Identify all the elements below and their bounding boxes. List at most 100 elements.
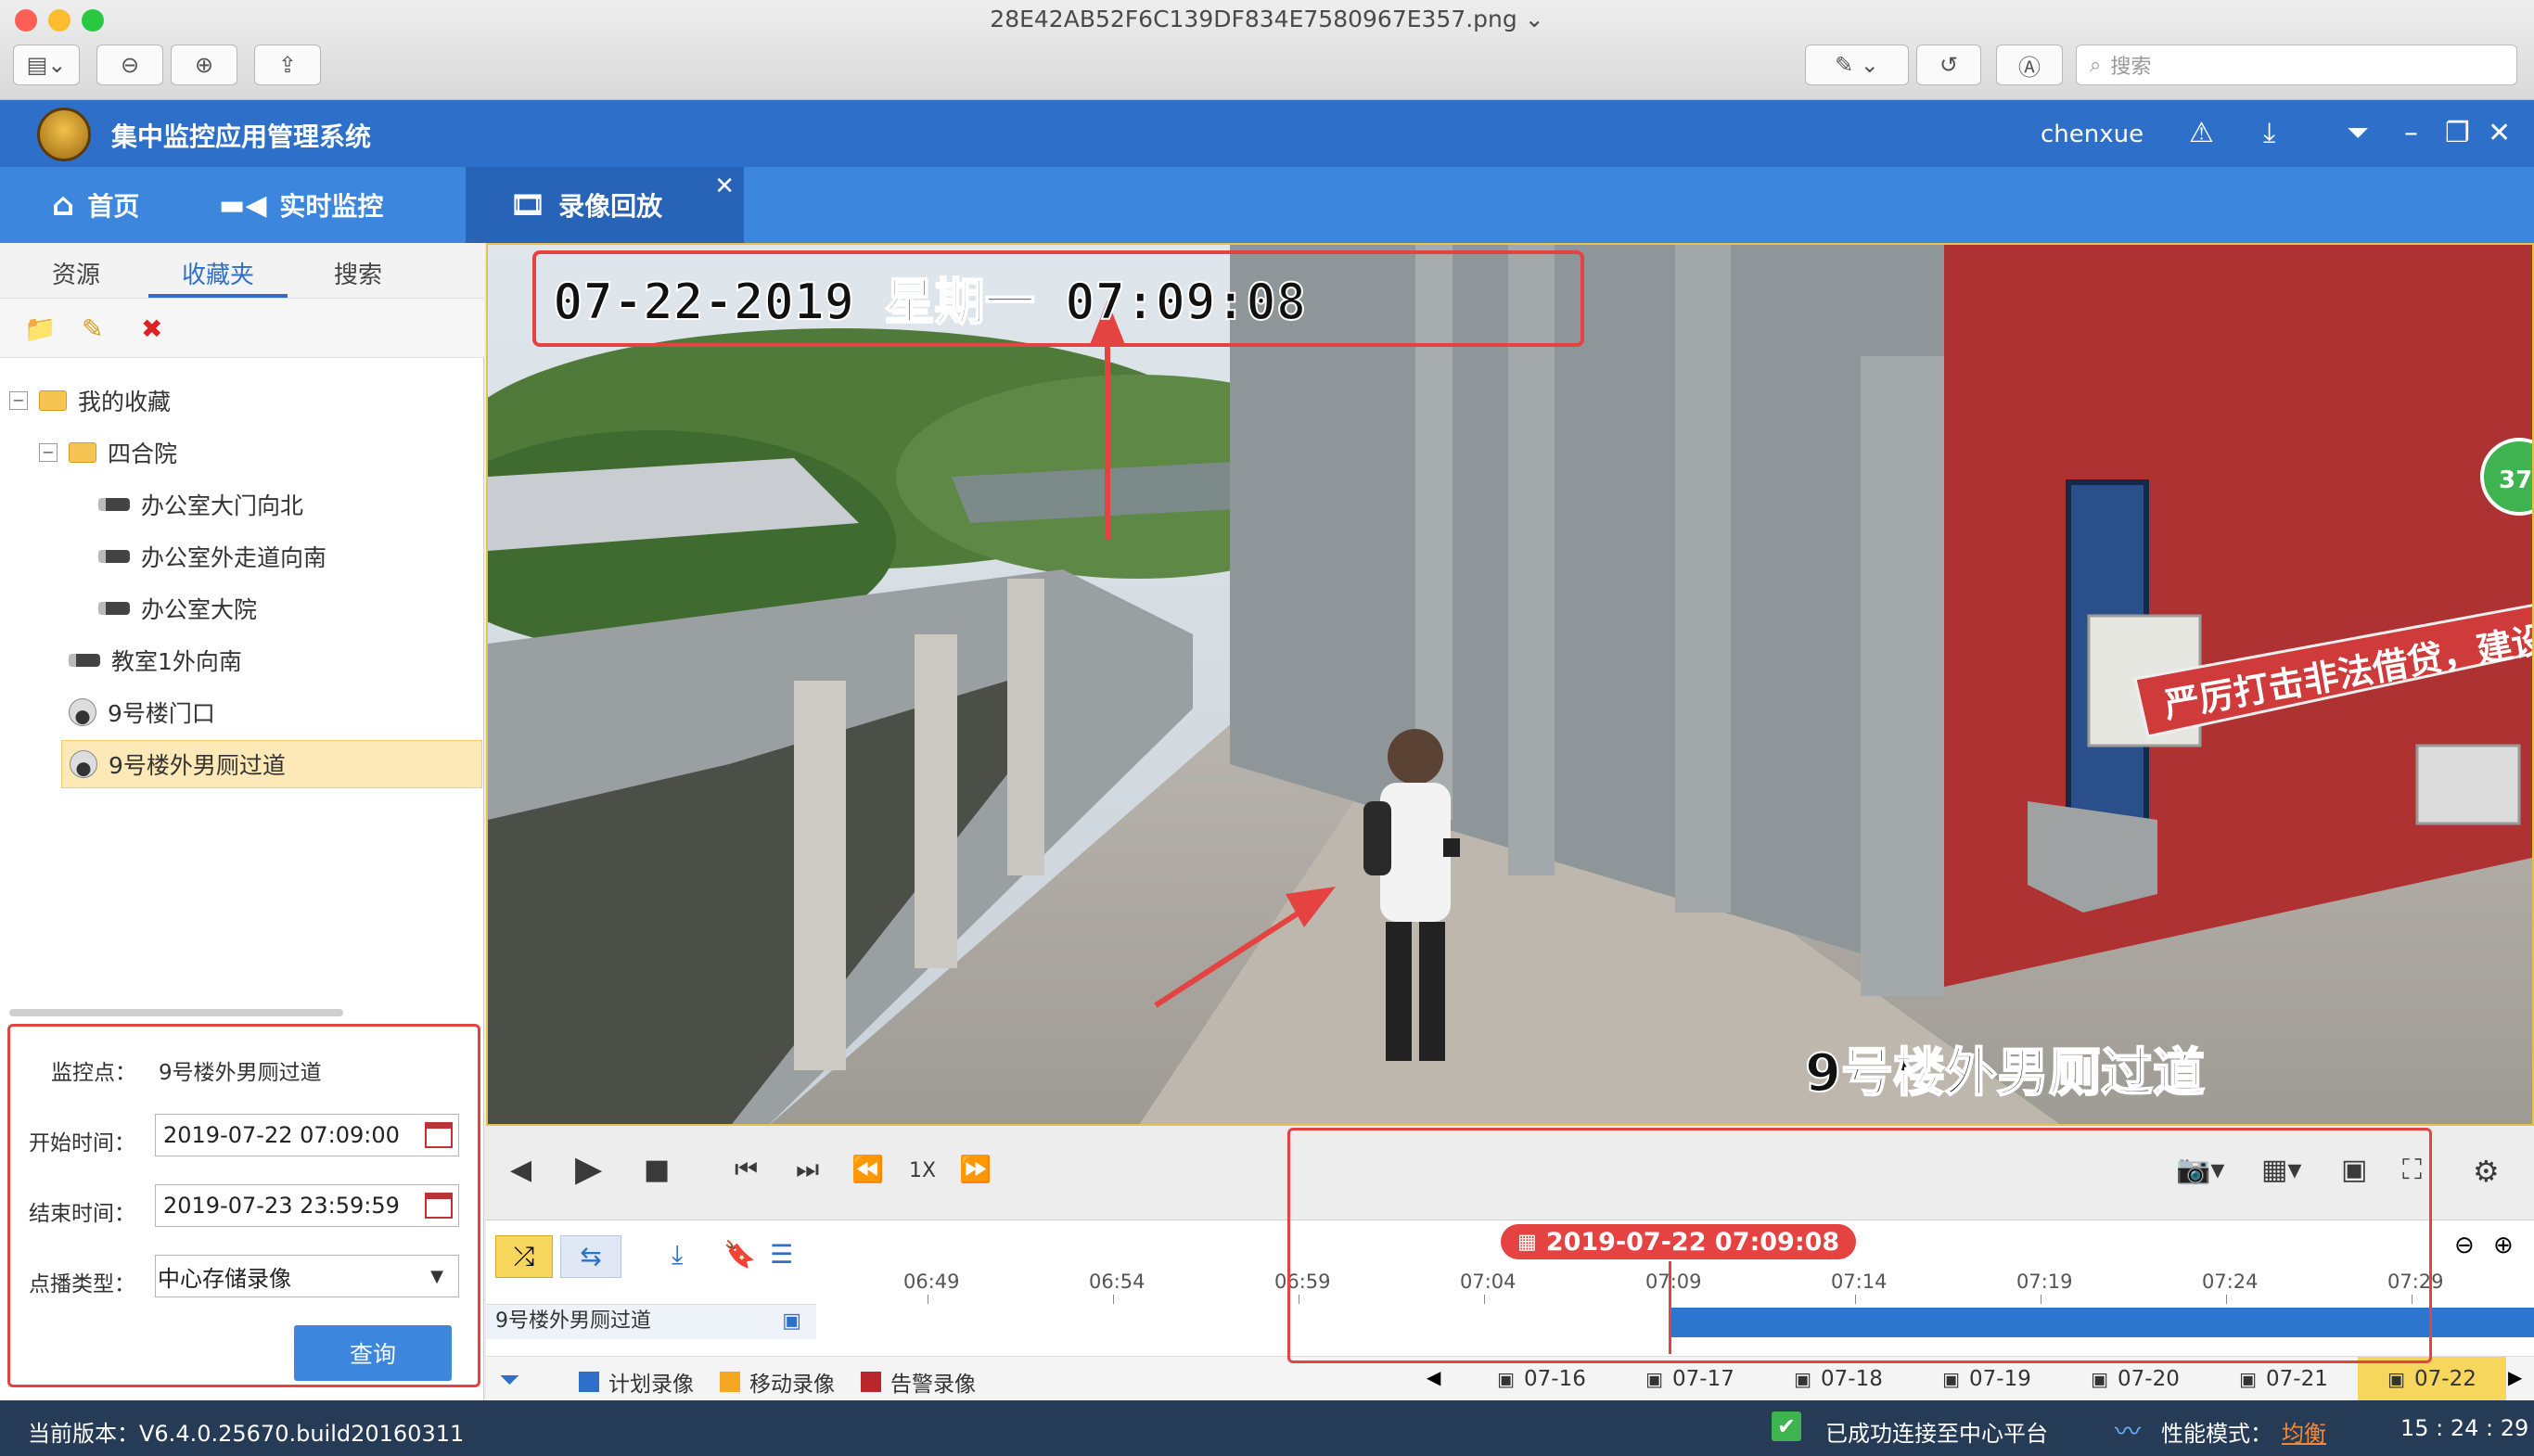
calendar-icon[interactable] xyxy=(425,1193,453,1219)
subtab-resources[interactable]: 资源 xyxy=(52,256,100,290)
tree-node-camera[interactable]: 教室1外向南 xyxy=(69,636,242,684)
tab-live-monitor[interactable]: ▬◀ 实时监控 xyxy=(219,167,383,243)
preview-toolbar: 28E42AB52F6C139DF834E7580967E357.png ⌄ ▤… xyxy=(0,0,2534,100)
query-button[interactable]: 查询 xyxy=(294,1325,452,1381)
delete-icon[interactable]: ✖ xyxy=(141,313,162,344)
end-time-field[interactable]: 2019-07-23 23:59:59 xyxy=(155,1184,459,1227)
date-chip[interactable]: ▣ 07-18 xyxy=(1764,1357,1913,1401)
date-label: 07-22 xyxy=(2414,1367,2476,1391)
collapse-icon[interactable]: − xyxy=(9,391,28,410)
speed-label: 1X xyxy=(909,1159,937,1182)
date-chip[interactable]: ▣ 07-21 xyxy=(2209,1357,2358,1401)
legend-swatch xyxy=(579,1372,599,1392)
download-clip-icon[interactable]: ⤓ xyxy=(672,1239,683,1271)
tree-node-courtyard[interactable]: − 四合院 xyxy=(39,428,177,477)
username[interactable]: chenxue xyxy=(2041,121,2144,148)
track-options-icon[interactable]: ▣ xyxy=(782,1305,801,1338)
zoom-in-timeline-icon[interactable]: ⊕ xyxy=(2493,1232,2514,1259)
date-chip[interactable]: ▣ 07-17 xyxy=(1616,1357,1764,1401)
panel-subtabs: 资源 收藏夹 搜索 xyxy=(0,243,484,299)
warning-icon[interactable]: ⚠ xyxy=(2189,117,2214,149)
date-label: 07-16 xyxy=(1524,1367,1586,1391)
markup-pen-icon[interactable]: ✎ ⌄ xyxy=(1805,45,1909,85)
dates-prev-icon[interactable]: ◀ xyxy=(1427,1366,1440,1388)
zoom-in-icon[interactable]: ⊕ xyxy=(171,45,237,85)
film-icon: ▣ xyxy=(1794,1368,1812,1390)
zoom-out-icon[interactable]: ⊖ xyxy=(96,45,163,85)
date-chip[interactable]: ▣ 07-19 xyxy=(1913,1357,2061,1401)
collapse-icon[interactable]: − xyxy=(39,443,58,462)
horizontal-scrollbar[interactable] xyxy=(9,1009,343,1016)
tick-mark xyxy=(1113,1295,1114,1304)
floating-badge[interactable]: 37 xyxy=(2499,466,2532,494)
close-icon[interactable]: ✕ xyxy=(2488,117,2511,149)
legend-label: 告警录像 xyxy=(890,1373,976,1397)
tree-node-camera[interactable]: 办公室大院 xyxy=(98,584,257,632)
bookmark-icon[interactable]: 🔖 xyxy=(723,1239,756,1270)
tab-home[interactable]: ⌂ 首页 xyxy=(52,167,139,243)
start-time-field[interactable]: 2019-07-22 07:09:00 xyxy=(155,1114,459,1156)
connected-check-icon: ✔ xyxy=(1772,1411,1801,1441)
tree-node-my-favorites[interactable]: − 我的收藏 xyxy=(9,377,171,425)
restore-icon[interactable]: ❐ xyxy=(2445,117,2470,149)
playback-type-select[interactable]: 中心存储录像 ▼ xyxy=(155,1255,459,1297)
date-chip[interactable]: ▣ 07-20 xyxy=(2061,1357,2209,1401)
date-chip[interactable]: ▣ 07-16 xyxy=(1467,1357,1616,1401)
date-label: 07-19 xyxy=(1969,1367,2031,1391)
filter-icon[interactable]: ⏷ xyxy=(499,1364,519,1396)
performance-mode-link[interactable]: 均衡 xyxy=(2282,1415,2326,1448)
slow-icon[interactable]: ⏪ xyxy=(851,1154,884,1184)
track-label: 9号楼外男厕过道 ▣ xyxy=(486,1304,816,1339)
subtab-search[interactable]: 搜索 xyxy=(334,256,382,290)
settings-gear-icon[interactable]: ⚙ xyxy=(2473,1154,2500,1189)
video-player[interactable]: 严厉打击非法借贷，建设和谐平安 07-22-2019 星期一 07:09:08 … xyxy=(486,243,2534,1126)
tree-node-camera[interactable]: 办公室大门向北 xyxy=(98,480,303,529)
calendar-icon[interactable] xyxy=(425,1122,453,1148)
tree-node-camera[interactable]: 9号楼门口 xyxy=(69,688,215,736)
play-icon[interactable]: ▶ xyxy=(575,1148,602,1189)
step-back-icon[interactable]: ⏮ xyxy=(735,1154,758,1185)
stop-icon[interactable]: ■ xyxy=(644,1154,670,1186)
film-icon: ▣ xyxy=(2091,1368,2109,1390)
subtab-favorites[interactable]: 收藏夹 xyxy=(182,256,254,290)
dome-camera-icon xyxy=(69,698,96,726)
point-value: 9号楼外男厕过道 xyxy=(159,1061,322,1085)
tab-playback[interactable]: 🎞 录像回放 ✕ xyxy=(466,167,744,243)
legend-swatch xyxy=(720,1372,740,1392)
date-label: 07-20 xyxy=(2118,1367,2180,1391)
share-icon[interactable]: ⇪ xyxy=(254,45,321,85)
tab-close-icon[interactable]: ✕ xyxy=(714,172,735,200)
fast-icon[interactable]: ⏩ xyxy=(959,1154,992,1184)
legend-item: 移动录像 xyxy=(720,1366,835,1398)
add-folder-icon[interactable]: 📁 xyxy=(24,313,57,344)
search-input[interactable]: ⌕ 搜索 xyxy=(2076,45,2517,85)
prev-icon[interactable]: ◀ xyxy=(510,1154,531,1186)
legend-label: 计划录像 xyxy=(608,1373,694,1397)
date-label: 07-21 xyxy=(2266,1367,2328,1391)
dates-next-icon[interactable]: ▶ xyxy=(2508,1366,2522,1388)
home-icon: ⌂ xyxy=(52,186,75,224)
shuffle-icon[interactable]: ⤮ xyxy=(495,1235,553,1278)
folder-icon xyxy=(39,390,67,411)
tree-node-camera-selected[interactable]: 9号楼外男厕过道 xyxy=(61,740,482,788)
chevron-down-icon: ▼ xyxy=(430,1267,443,1286)
minimize-icon[interactable]: – xyxy=(2404,117,2418,149)
folder-icon xyxy=(69,442,96,463)
date-strip: ▣ 07-16 ▣ 07-17 ▣ 07-18 ▣ 07-19 ▣ 07-20 ▣ 07-21 ▣ 07-… xyxy=(1467,1357,2506,1401)
menu-dropdown-icon[interactable]: ⏷ xyxy=(2347,117,2369,149)
step-forward-icon[interactable]: ⏭ xyxy=(796,1154,819,1185)
video-camera-icon: ▬◀ xyxy=(219,188,267,222)
document-title[interactable]: 28E42AB52F6C139DF834E7580967E357.png ⌄ xyxy=(0,6,2534,32)
tree-node-camera[interactable]: 办公室外走道向南 xyxy=(98,532,326,581)
download-icon[interactable]: ⤓ xyxy=(2263,117,2275,149)
rotate-icon[interactable]: ↺ xyxy=(1916,45,1981,85)
bullet-camera-icon xyxy=(69,654,100,667)
sidebar-toggle-icon[interactable]: ▤⌄ xyxy=(13,45,80,85)
status-bar: 当前版本：V6.4.0.25670.build20160311 ✔ 已成功连接至… xyxy=(0,1400,2534,1456)
zoom-out-timeline-icon[interactable]: ⊖ xyxy=(2454,1232,2475,1259)
list-icon[interactable]: ☰ xyxy=(770,1239,793,1270)
edit-icon[interactable]: ✎ xyxy=(82,313,103,344)
date-chip-active[interactable]: ▣ 07-22 xyxy=(2358,1357,2506,1401)
sync-icon[interactable]: ⇆ xyxy=(560,1235,621,1278)
annotate-icon[interactable]: Ⓐ xyxy=(1996,45,2063,85)
